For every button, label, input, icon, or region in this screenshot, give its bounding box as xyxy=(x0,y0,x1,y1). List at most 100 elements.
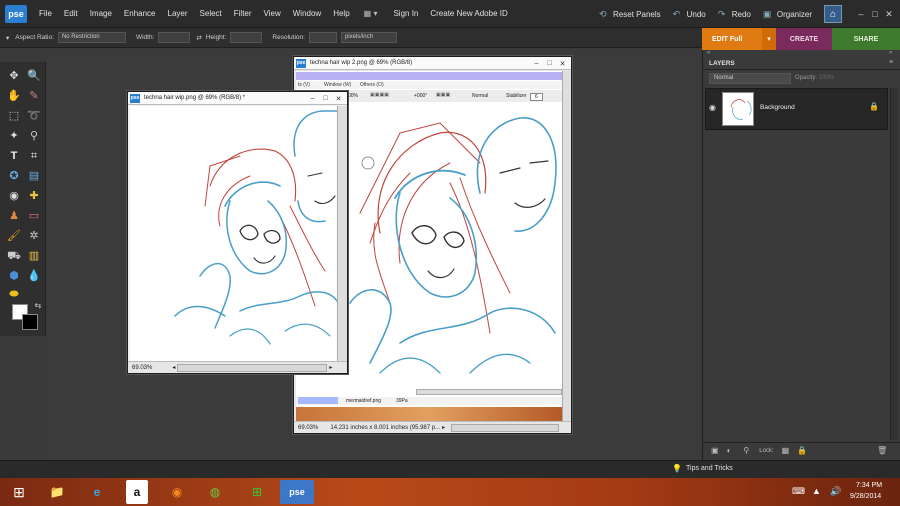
eyedropper-icon[interactable]: ✎ xyxy=(26,88,42,104)
mode-tab-create[interactable]: CREATE xyxy=(776,28,832,50)
panel-expand-icon[interactable]: » xyxy=(889,50,892,56)
doc1-maximize-icon[interactable]: □ xyxy=(319,92,332,105)
mode-tab-share[interactable]: SHARE xyxy=(832,28,900,50)
menu-enhance[interactable]: Enhance xyxy=(124,9,156,18)
clone-stamp-icon[interactable]: ♟ xyxy=(6,208,22,224)
lock-all-icon[interactable]: 🔒 xyxy=(797,446,807,455)
crop-tool-icon[interactable]: ▾ xyxy=(6,34,9,42)
doc2-minimize-icon[interactable]: – xyxy=(530,57,543,70)
crop-tool-icon-2[interactable]: ⌗ xyxy=(26,148,42,164)
photoshop-elements-taskbar-icon[interactable]: pse xyxy=(280,480,314,504)
doc1-vscroll[interactable] xyxy=(337,106,347,362)
volume-icon[interactable]: 🔊 xyxy=(830,486,841,497)
reset-panels-button[interactable]: ⟲ Reset Panels xyxy=(599,9,661,19)
lock-transparent-icon[interactable]: ▦ xyxy=(782,446,790,455)
gradient-tool-icon[interactable]: ▥ xyxy=(26,248,42,264)
undo-button[interactable]: ↶ Undo xyxy=(673,9,706,19)
doc1-canvas[interactable] xyxy=(130,106,337,362)
marquee-tool-icon[interactable]: ⬚ xyxy=(6,108,22,124)
doc2-maximize-icon[interactable]: □ xyxy=(543,57,556,70)
background-color-swatch[interactable] xyxy=(22,314,38,330)
selection-brush-icon[interactable]: ⚲ xyxy=(26,128,42,144)
swap-icon[interactable]: ⇄ xyxy=(196,34,201,42)
arrange-icon[interactable]: ▦ ▾ xyxy=(364,9,378,18)
resolution-unit-select[interactable]: pixels/inch xyxy=(340,32,397,43)
menu-filter[interactable]: Filter xyxy=(234,9,252,18)
sponge-tool-icon[interactable]: ⬬ xyxy=(6,286,22,302)
smart-brush-icon[interactable]: ✲ xyxy=(26,228,42,244)
menu-edit[interactable]: Edit xyxy=(64,9,78,18)
layer-row-background[interactable]: ◉ Background 🔒 xyxy=(705,88,888,130)
clock-time[interactable]: 7:34 PM xyxy=(856,482,882,489)
panel-collapse-icon[interactable]: « xyxy=(707,50,710,56)
menu-image[interactable]: Image xyxy=(90,9,112,18)
doc1-status-arrow-icon[interactable]: ◂ xyxy=(172,364,175,371)
link-icon[interactable]: ⚲ xyxy=(743,446,749,455)
doc2-vscroll[interactable] xyxy=(562,71,571,423)
menu-view[interactable]: View xyxy=(264,9,281,18)
lasso-tool-icon[interactable]: ➰ xyxy=(26,108,42,124)
windows-start-icon[interactable]: ⊞ xyxy=(2,480,36,504)
organizer-button[interactable]: ▣ Organizer xyxy=(763,9,812,19)
doc1-close-icon[interactable]: ✕ xyxy=(332,92,345,105)
adjustment-layer-icon[interactable]: ◐ xyxy=(727,446,732,455)
cookie-cutter-icon[interactable]: ✪ xyxy=(6,168,22,184)
panel-menu-icon[interactable]: ≡ xyxy=(889,59,893,66)
zoom-tool-icon[interactable]: 🔍 xyxy=(26,68,42,84)
magic-wand-icon[interactable]: ✦ xyxy=(6,128,22,144)
create-id-link[interactable]: Create New Adobe ID xyxy=(430,9,507,18)
menu-window[interactable]: Window xyxy=(293,9,321,18)
hand-tool-icon[interactable]: ✋ xyxy=(6,88,22,104)
minimize-icon[interactable]: – xyxy=(854,0,868,28)
swap-colors-icon[interactable]: ⇆ xyxy=(30,298,46,314)
blur-tool-icon[interactable]: 💧 xyxy=(26,268,42,284)
maps-app-icon[interactable]: ◍ xyxy=(198,480,232,504)
doc1-hscroll[interactable] xyxy=(177,363,328,372)
doc2-close-icon[interactable]: ✕ xyxy=(556,57,569,70)
menu-help[interactable]: Help xyxy=(333,9,349,18)
move-tool-icon[interactable]: ✥ xyxy=(6,68,22,84)
amazon-icon[interactable]: a xyxy=(126,480,148,504)
panel-scrollbar[interactable] xyxy=(890,88,898,440)
store-icon[interactable]: ⊞ xyxy=(240,480,274,504)
sign-in-link[interactable]: Sign In xyxy=(393,9,418,18)
close-icon[interactable]: ✕ xyxy=(882,0,896,28)
doc2-titlebar[interactable]: pse techna hair wip 2.png @ 69% (RGB/8) … xyxy=(294,57,571,70)
menu-select[interactable]: Select xyxy=(200,9,222,18)
red-eye-icon[interactable]: ◉ xyxy=(6,188,22,204)
doc1-minimize-icon[interactable]: – xyxy=(306,92,319,105)
home-icon[interactable]: ⌂ xyxy=(824,5,842,23)
shape-tool-icon[interactable]: ⬢ xyxy=(6,268,22,284)
menu-file[interactable]: File xyxy=(39,9,52,18)
aspect-ratio-select[interactable]: No Restriction xyxy=(57,32,126,43)
internet-explorer-icon[interactable]: e xyxy=(80,480,114,504)
clock-date[interactable]: 9/28/2014 xyxy=(850,493,881,500)
paint-bucket-icon[interactable]: ⛟ xyxy=(6,248,22,264)
doc2-hscroll[interactable] xyxy=(451,423,560,432)
height-input[interactable] xyxy=(230,32,263,43)
firefox-icon[interactable]: ◉ xyxy=(160,480,194,504)
brush-tool-icon[interactable]: 🖌 xyxy=(6,228,22,244)
tips-and-tricks-link[interactable]: Tips and Tricks xyxy=(686,465,733,472)
healing-brush-icon[interactable]: ✚ xyxy=(26,188,42,204)
maximize-icon[interactable]: □ xyxy=(868,0,882,28)
visibility-eye-icon[interactable]: ◉ xyxy=(709,103,716,112)
width-input[interactable] xyxy=(158,32,191,43)
document-window-1[interactable]: pse techna hair wip.png @ 69% (RGB/8) * … xyxy=(127,91,348,374)
doc2-status-arrow-icon[interactable]: ▸ xyxy=(442,424,445,431)
menu-layer[interactable]: Layer xyxy=(168,9,188,18)
new-layer-icon[interactable]: ▣ xyxy=(711,446,719,455)
straighten-icon[interactable]: ▤ xyxy=(26,168,42,184)
doc1-titlebar[interactable]: pse techna hair wip.png @ 69% (RGB/8) * … xyxy=(128,92,347,105)
network-icon[interactable]: ▲ xyxy=(812,486,821,496)
trash-icon[interactable]: 🗑 xyxy=(877,446,887,455)
eraser-icon[interactable]: ▭ xyxy=(26,208,42,224)
doc1-status-arrow-right-icon[interactable]: ▸ xyxy=(329,364,332,371)
redo-button[interactable]: ↷ Redo xyxy=(718,9,751,19)
file-explorer-icon[interactable]: 📁 xyxy=(40,480,74,504)
type-tool-icon[interactable]: T xyxy=(6,148,22,164)
chevron-down-icon[interactable]: ▾ xyxy=(762,28,776,50)
resolution-input[interactable] xyxy=(308,32,337,43)
keyboard-icon[interactable]: ⌨ xyxy=(792,486,805,497)
blend-mode-select[interactable]: Normal xyxy=(709,73,791,84)
